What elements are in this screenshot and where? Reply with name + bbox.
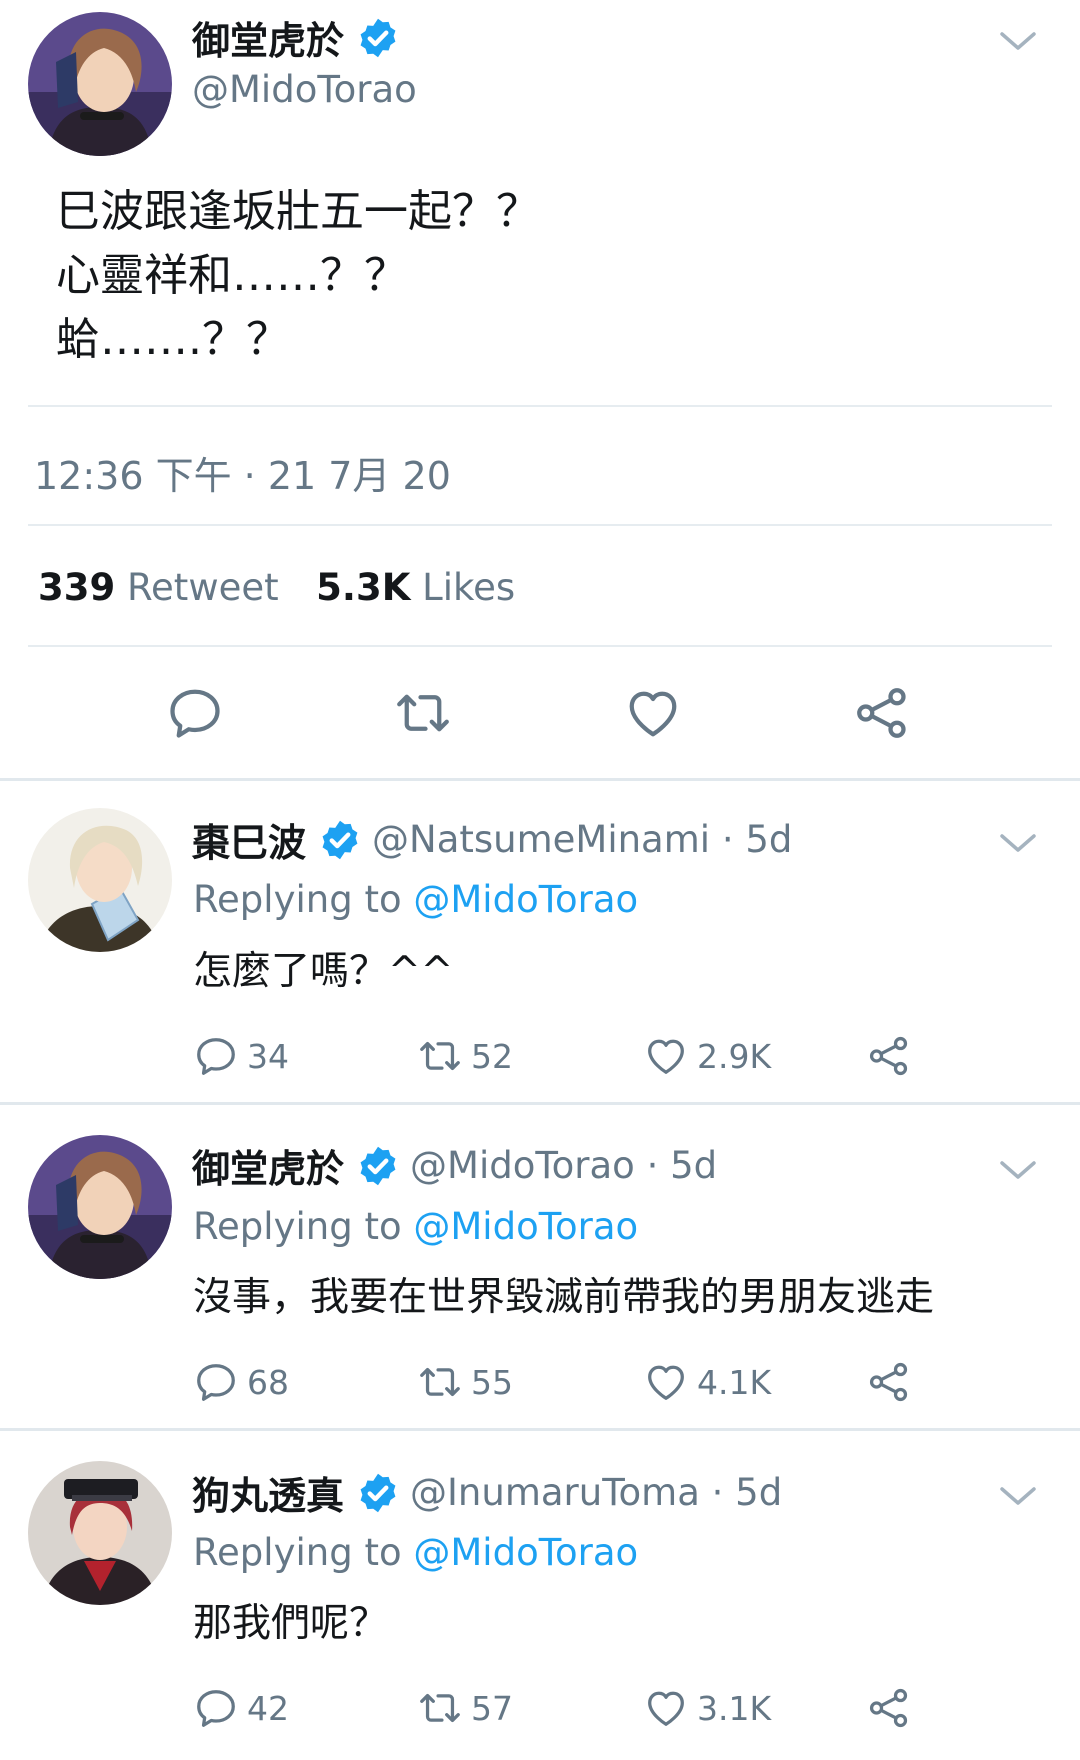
retweet-action[interactable]: 57 bbox=[417, 1685, 513, 1731]
reply-text: 怎麼了嗎？^^ bbox=[193, 949, 454, 994]
heart-icon bbox=[643, 1359, 689, 1405]
like-action[interactable]: 4.1K bbox=[643, 1359, 771, 1405]
heart-icon[interactable] bbox=[623, 683, 683, 743]
divider bbox=[28, 524, 1052, 526]
tweet-timestamp[interactable]: 12:36 下午 · 21 7月 20 bbox=[34, 445, 451, 500]
reply-header: 御堂虎於 @MidoTorao · 5d bbox=[192, 1138, 717, 1193]
reply-bubble-icon bbox=[193, 1359, 239, 1405]
reply-count: 68 bbox=[247, 1362, 289, 1402]
author-handle[interactable]: @MidoTorao · 5d bbox=[410, 1144, 717, 1187]
reply-header: 棗巳波 @NatsumeMinami · 5d bbox=[192, 812, 792, 867]
verified-badge-icon bbox=[356, 1471, 400, 1515]
retweet-action[interactable]: 52 bbox=[417, 1033, 513, 1079]
retweet-count: 55 bbox=[471, 1362, 513, 1402]
share-icon bbox=[866, 1685, 912, 1731]
avatar-inumaru-toma[interactable] bbox=[28, 1461, 172, 1605]
replying-to-label: Replying to bbox=[193, 1205, 402, 1248]
author-name[interactable]: 棗巳波 bbox=[192, 812, 306, 867]
like-action[interactable]: 2.9K bbox=[643, 1033, 771, 1079]
avatar-mido-torao[interactable] bbox=[28, 12, 172, 156]
section-divider bbox=[0, 1102, 1080, 1105]
like-label[interactable]: Likes bbox=[422, 566, 515, 609]
author-name[interactable]: 狗丸透真 bbox=[192, 1465, 344, 1520]
reply-text: 沒事，我要在世界毀滅前帶我的男朋友逃走 bbox=[193, 1275, 935, 1320]
retweet-label[interactable]: Retweet bbox=[127, 566, 279, 609]
reply-action[interactable]: 42 bbox=[193, 1685, 289, 1731]
replying-to: Replying to @MidoTorao bbox=[193, 1531, 638, 1574]
share-action[interactable] bbox=[866, 1359, 920, 1405]
chevron-down-icon[interactable] bbox=[996, 1155, 1040, 1185]
mention-link[interactable]: @MidoTorao bbox=[413, 1205, 638, 1248]
reply-bubble-icon[interactable] bbox=[165, 683, 225, 743]
reply-count: 42 bbox=[247, 1688, 289, 1728]
like-count[interactable]: 5.3K bbox=[316, 566, 410, 609]
like-count: 2.9K bbox=[697, 1036, 772, 1076]
retweet-icon bbox=[417, 1685, 463, 1731]
heart-icon bbox=[643, 1685, 689, 1731]
section-divider bbox=[0, 778, 1080, 781]
avatar-natsume-minami[interactable] bbox=[28, 808, 172, 952]
mention-link[interactable]: @MidoTorao bbox=[413, 1531, 638, 1574]
replying-to: Replying to @MidoTorao bbox=[193, 1205, 638, 1248]
avatar-mido-torao[interactable] bbox=[28, 1135, 172, 1279]
author-name[interactable]: 御堂虎於 bbox=[192, 10, 344, 65]
chevron-down-icon[interactable] bbox=[996, 1481, 1040, 1511]
section-divider bbox=[0, 1428, 1080, 1431]
author-handle[interactable]: @InumaruToma · 5d bbox=[410, 1471, 782, 1514]
share-icon bbox=[866, 1033, 912, 1079]
replying-to-label: Replying to bbox=[193, 1531, 402, 1574]
like-action[interactable]: 3.1K bbox=[643, 1685, 771, 1731]
tweet-stats: 339 Retweet 5.3K Likes bbox=[38, 566, 515, 609]
reply-action[interactable]: 68 bbox=[193, 1359, 289, 1405]
mention-link[interactable]: @MidoTorao bbox=[413, 878, 638, 921]
reply-text: 那我們呢？ bbox=[193, 1601, 389, 1646]
retweet-count: 57 bbox=[471, 1688, 513, 1728]
chevron-down-icon[interactable] bbox=[996, 828, 1040, 858]
reply-bubble-icon bbox=[193, 1033, 239, 1079]
replying-to: Replying to @MidoTorao bbox=[193, 878, 638, 921]
verified-badge-icon bbox=[356, 1144, 400, 1188]
reply-bubble-icon bbox=[193, 1685, 239, 1731]
main-author-row: 御堂虎於 bbox=[192, 10, 400, 65]
retweet-count: 52 bbox=[471, 1036, 513, 1076]
retweet-count[interactable]: 339 bbox=[38, 566, 115, 609]
reply-action[interactable]: 34 bbox=[193, 1033, 289, 1079]
reply-header: 狗丸透真 @InumaruToma · 5d bbox=[192, 1465, 782, 1520]
like-count: 3.1K bbox=[697, 1688, 772, 1728]
divider bbox=[28, 645, 1052, 647]
chevron-down-icon[interactable] bbox=[996, 26, 1040, 56]
share-icon bbox=[866, 1359, 912, 1405]
retweet-action[interactable]: 55 bbox=[417, 1359, 513, 1405]
author-name[interactable]: 御堂虎於 bbox=[192, 1138, 344, 1193]
divider bbox=[28, 405, 1052, 407]
replying-to-label: Replying to bbox=[193, 878, 402, 921]
heart-icon bbox=[643, 1033, 689, 1079]
reply-count: 34 bbox=[247, 1036, 289, 1076]
share-action[interactable] bbox=[866, 1685, 920, 1731]
author-handle[interactable]: @NatsumeMinami · 5d bbox=[372, 818, 792, 861]
like-count: 4.1K bbox=[697, 1362, 772, 1402]
tweet-body: 巳波跟逢坂壯五一起？？ 心靈祥和……？？ 蛤…….？？ bbox=[56, 186, 540, 365]
retweet-icon bbox=[417, 1033, 463, 1079]
retweet-icon bbox=[417, 1359, 463, 1405]
retweet-icon[interactable] bbox=[393, 683, 453, 743]
share-icon[interactable] bbox=[852, 683, 912, 743]
verified-badge-icon bbox=[318, 818, 362, 862]
share-action[interactable] bbox=[866, 1033, 920, 1079]
verified-badge-icon bbox=[356, 16, 400, 60]
author-handle[interactable]: @MidoTorao bbox=[192, 68, 417, 111]
